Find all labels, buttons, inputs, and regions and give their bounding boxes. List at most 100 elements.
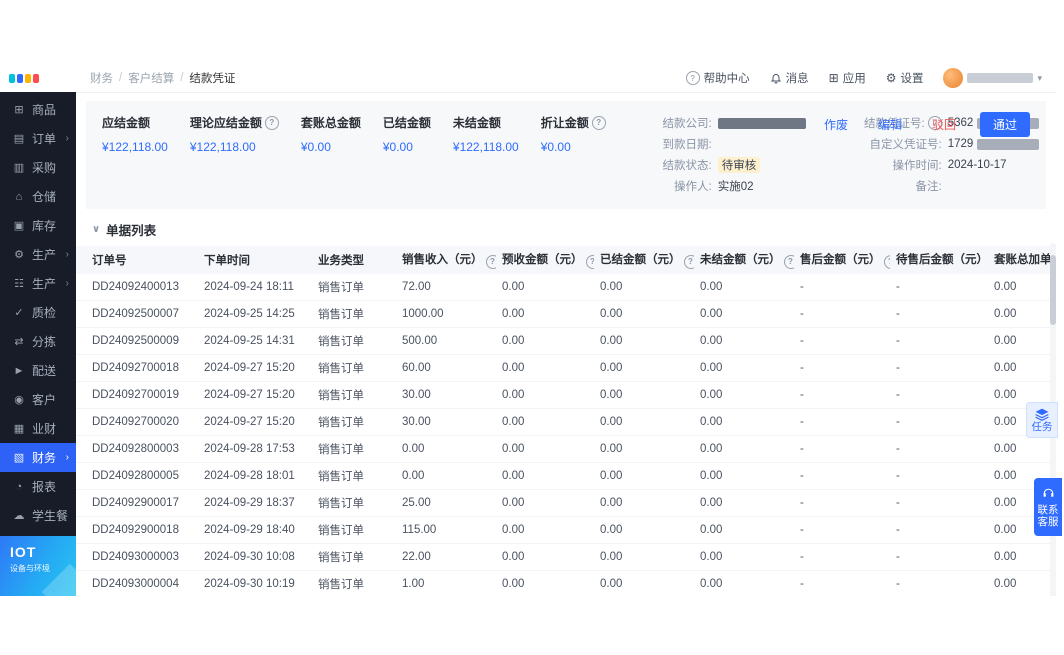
table-cell: 2024-09-27 15:20 [198,408,312,436]
reject-button[interactable]: 驳回 [926,115,962,134]
sidebar-item-purchase[interactable]: ▥ 采购 [0,153,76,182]
void-button[interactable]: 作废 [818,115,854,134]
column-info-icon[interactable]: ? [585,254,594,269]
sidebar-item-student-meals[interactable]: ☁ 学生餐 [0,501,76,530]
table-row[interactable]: DD24092700020 2024-09-27 15:20 销售订单 30.00 0.… [76,408,1056,436]
table-row[interactable]: DD24092700018 2024-09-27 15:20 销售订单 60.00 0.… [76,354,1056,382]
detail-value: 1729 [948,138,1040,150]
sidebar-item-production-1[interactable]: ⚙ 生产 › [0,240,76,269]
table-cell: 0.00 [694,381,794,409]
apps-button[interactable]: ⊞ 应用 [829,70,866,86]
scrollbar-thumb[interactable] [1050,255,1056,325]
table-header: 订单号下单时间业务类型销售收入（元）?预收金额（元）?已结金额（元）?未结金额（… [76,246,1056,274]
breadcrumb-item-0[interactable]: 财务 [90,70,113,86]
detail-label: 到款日期: [662,139,712,151]
detail-field: 到款日期: [646,136,806,152]
sidebar-item-finance[interactable]: ▧ 财务 › [0,443,76,472]
column-header: 订单号 [76,246,198,274]
summary-metric: 应结金额 ¥122,118.00 [102,114,168,199]
table-row[interactable]: DD24092700019 2024-09-27 15:20 销售订单 30.00 0.… [76,381,1056,409]
sidebar-item-customers[interactable]: ◉ 客户 [0,385,76,414]
sidebar-item-label: 配送 [32,364,57,378]
status-tag: 待审核 [717,157,761,173]
user-menu[interactable]: ▾ [943,68,1042,88]
sidebar-item-biz-finance[interactable]: ▦ 业财 [0,414,76,443]
table-row[interactable]: DD24093000003 2024-09-30 10:08 销售订单 22.00 0.… [76,543,1056,571]
table-cell: 0.00 [594,543,694,571]
sidebar-item-goods[interactable]: ⊞ 商品 [0,95,76,124]
detail-value: 2024-10-17 [948,159,1007,171]
table-row[interactable]: DD24092900018 2024-09-29 18:40 销售订单 115.00 0… [76,516,1056,544]
table-cell: 72.00 [396,274,496,301]
sidebar-item-sorting[interactable]: ⇄ 分拣 [0,327,76,356]
task-fab-button[interactable]: 任务 [1026,402,1058,438]
table-cell: 0.00 [496,327,594,355]
table-row[interactable]: DD24092800005 2024-09-28 18:01 销售订单 0.00 0.0… [76,462,1056,490]
help-label: 帮助中心 [703,73,750,85]
table-cell: 销售订单 [312,516,396,544]
table-row[interactable]: DD24092400013 2024-09-24 18:11 销售订单 72.00 0.… [76,274,1056,301]
settings-button[interactable]: ⚙ 设置 [886,70,924,86]
column-info-icon[interactable]: ? [485,254,496,269]
metric-value: ¥122,118.00 [189,140,256,154]
table-row[interactable]: DD24093000004 2024-09-30 10:19 销售订单 1.00 0.0… [76,570,1056,596]
metric-value: ¥0.00 [382,140,413,154]
table-cell: 销售订单 [312,570,396,596]
table-cell: 0.00 [496,489,594,517]
detail-field: 操作人: 实施02 [646,178,806,194]
sidebar-item-inventory[interactable]: ▣ 库存 [0,211,76,240]
table-cell: 2024-09-30 10:19 [198,570,312,596]
metric-value: ¥122,118.00 [452,140,519,154]
sidebar-item-orders[interactable]: ▤ 订单 › [0,124,76,153]
table-cell: 0.00 [594,462,694,490]
detail-field: 自定义凭证号: 1729 [856,136,1040,152]
detail-value-text: 1729 [947,138,974,150]
table-cell: - [794,543,890,571]
detail-label: 操作人: [674,181,712,193]
column-header: 已结金额（元）? [594,246,694,274]
metric-label: 未结金额 [452,116,501,130]
help-center-button[interactable]: ? 帮助中心 [685,70,750,86]
support-fab-button[interactable]: 联系客服 [1034,478,1062,536]
sidebar-item-warehouse[interactable]: ⌂ 仓储 [0,182,76,211]
table-cell: 0.00 [594,489,694,517]
sidebar-iot-banner[interactable]: IOT 设备与环境 [0,536,76,596]
column-info-icon[interactable]: ? [783,254,794,269]
sidebar-item-production-2[interactable]: ☷ 生产 › [0,269,76,298]
sidebar-item-label: 商品 [32,103,57,117]
sidebar-item-label: 采购 [32,161,57,175]
breadcrumb-item-1[interactable]: 客户结算 [128,70,174,86]
approve-button[interactable]: 通过 [979,112,1030,137]
table-cell: 0.00 [594,300,694,328]
sidebar-item-quality[interactable]: ✓ 质检 [0,298,76,327]
detail-value [717,117,806,129]
table-cell: 销售订单 [312,543,396,571]
column-header-label: 已结金额（元） [600,254,681,267]
table-cell: 0.00 [988,274,1056,301]
edit-button[interactable]: 编辑 [872,115,908,134]
summary-metric: 理论应结金额? ¥122,118.00 [190,114,279,199]
table-cell: 0.00 [988,300,1056,328]
sidebar-item-delivery[interactable]: ► 配送 [0,356,76,385]
logo-bar [25,73,31,83]
metric-info-icon[interactable]: ? [264,115,279,130]
collapse-chevron-icon[interactable]: ∨ [92,224,100,235]
table-cell: 0.00 [694,489,794,517]
metric-info-icon[interactable]: ? [591,115,606,130]
messages-button[interactable]: 消息 [770,70,809,86]
table-row[interactable]: DD24092800003 2024-09-28 17:53 销售订单 0.00 0.0… [76,435,1056,463]
table-cell: 2024-09-27 15:20 [198,381,312,409]
table-row[interactable]: DD24092500009 2024-09-25 14:31 销售订单 500.00 0… [76,327,1056,355]
sidebar-item-reports[interactable]: ◔ 报表 [0,472,76,501]
table-cell: 0.00 [594,274,694,301]
table-cell: - [890,543,988,571]
column-info-icon[interactable]: ? [883,254,890,269]
table-cell: 30.00 [396,408,496,436]
sidebar-item-label: 库存 [32,219,57,233]
summary-metric: 折让金额? ¥0.00 [541,114,606,199]
column-info-icon[interactable]: ? [683,254,694,269]
table-row[interactable]: DD24092900017 2024-09-29 18:37 销售订单 25.00 0.… [76,489,1056,517]
table-cell: 0.00 [988,543,1056,571]
summary-panel: 应结金额 ¥122,118.00 理论应结金额? ¥122,118.00 套账总金额 ¥0… [86,101,1046,209]
table-row[interactable]: DD24092500007 2024-09-25 14:25 销售订单 1000.00… [76,300,1056,328]
